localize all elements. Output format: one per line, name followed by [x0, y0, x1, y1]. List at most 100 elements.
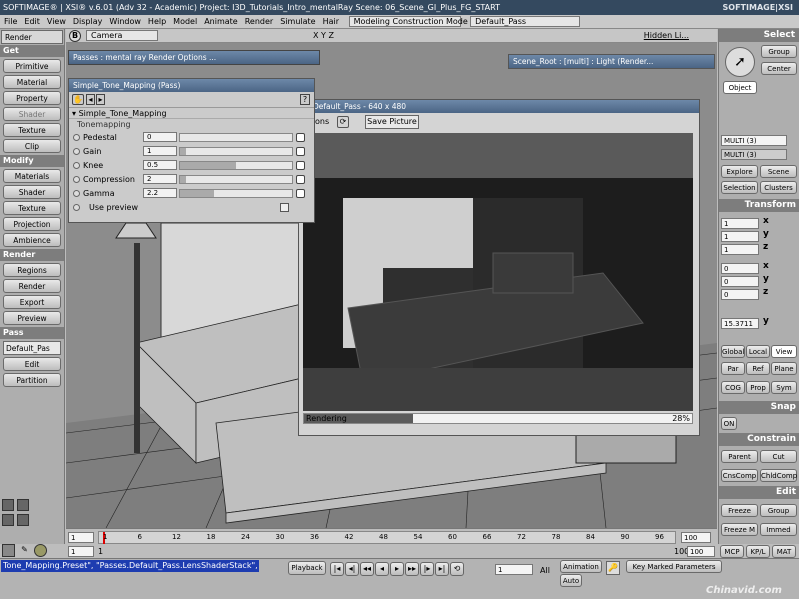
param-anim-dot[interactable] — [73, 162, 80, 169]
local-button[interactable]: Local — [746, 345, 770, 358]
prev-key-icon[interactable]: ◂◂ — [360, 562, 374, 576]
timeline-end-field[interactable]: 100 — [681, 532, 711, 543]
help-icon[interactable]: ? — [300, 94, 310, 105]
rot-y-field[interactable]: 0 — [721, 276, 759, 287]
freeze-m-button[interactable]: Freeze M — [721, 523, 758, 536]
get-primitive-button[interactable]: Primitive — [3, 59, 61, 73]
modify-shader-button[interactable]: Shader — [3, 185, 61, 199]
layout-icons[interactable] — [2, 499, 62, 529]
childcomp-button[interactable]: ChldComp — [760, 469, 797, 482]
selection-field-2[interactable]: MULTI (3) — [721, 149, 787, 160]
timeline-ruler[interactable]: 1 6 12 18 24 30 36 42 48 54 60 66 72 78 84 90 96 — [98, 531, 676, 544]
get-material-button[interactable]: Material — [3, 75, 61, 89]
clusters-button[interactable]: Clusters — [760, 181, 797, 194]
render-window-title[interactable]: Default_Pass - 640 x 480 — [299, 100, 699, 113]
scale-z-field[interactable]: 1 — [721, 244, 759, 255]
edit-group-button[interactable]: Group — [760, 504, 797, 517]
prev-icon[interactable]: ◂ — [86, 94, 95, 105]
pass-partition-button[interactable]: Partition — [3, 373, 61, 387]
scale-x-field[interactable]: 1 — [721, 218, 759, 229]
mcp-button[interactable]: MCP — [720, 545, 744, 558]
menu-view[interactable]: View — [47, 17, 66, 26]
toolbar-mode-select[interactable]: Render — [1, 30, 63, 44]
use-preview-checkbox[interactable] — [280, 203, 289, 212]
play-back-icon[interactable]: ◂ — [375, 562, 389, 576]
tone-section-header[interactable]: ▾ Simple_Tone_Mapping — [69, 108, 314, 119]
param-anim-dot[interactable] — [73, 134, 80, 141]
key-marked-parameters-button[interactable]: Key Marked Parameters — [626, 560, 722, 573]
explore-button[interactable]: Explore — [721, 165, 758, 178]
sym-button[interactable]: Sym — [771, 381, 797, 394]
render-regions-button[interactable]: Regions — [3, 263, 61, 277]
menu-display[interactable]: Display — [73, 17, 103, 26]
get-property-button[interactable]: Property — [3, 91, 61, 105]
ref-button[interactable]: Ref — [746, 362, 770, 375]
menu-window[interactable]: Window — [109, 17, 141, 26]
parent-button[interactable]: Parent — [721, 450, 758, 463]
pass-combo[interactable]: Default_Pass — [470, 16, 581, 27]
param-value-field[interactable]: 2 — [143, 174, 177, 184]
modify-materials-button[interactable]: Materials — [3, 169, 61, 183]
playback-menu[interactable]: Playback — [288, 561, 326, 575]
cog-button[interactable]: COG — [721, 381, 745, 394]
script-command-line[interactable]: Tone_Mapping.Preset", "Passes.Default_Pa… — [1, 560, 259, 572]
range-end-field[interactable]: 100 — [687, 546, 715, 557]
menu-animate[interactable]: Animate — [204, 17, 238, 26]
param-animate-icon[interactable] — [296, 147, 305, 156]
scene-button[interactable]: Scene — [760, 165, 797, 178]
timeline-start-field[interactable]: 1 — [68, 532, 94, 543]
scale-y-field[interactable]: 1 — [721, 231, 759, 242]
param-anim-dot[interactable] — [73, 148, 80, 155]
menu-edit[interactable]: Edit — [24, 17, 40, 26]
menu-render[interactable]: Render — [245, 17, 273, 26]
pass-select-combo[interactable]: Default_Pas — [3, 341, 61, 355]
param-anim-dot[interactable] — [73, 176, 80, 183]
pos-y-field[interactable]: 15.3711 — [721, 318, 759, 329]
auto-key-button[interactable]: Auto — [560, 574, 582, 587]
menu-file[interactable]: File — [4, 17, 17, 26]
passes-window-title[interactable]: Passes : mental ray Render Options ... — [69, 51, 319, 64]
param-animate-icon[interactable] — [296, 175, 305, 184]
view-button[interactable]: View — [771, 345, 797, 358]
cnscomp-button[interactable]: CnsComp — [721, 469, 758, 482]
param-slider[interactable] — [179, 133, 293, 142]
kpl-button[interactable]: KP/L — [746, 545, 770, 558]
pan-icon[interactable]: ✋ — [72, 94, 84, 105]
modify-texture-button[interactable]: Texture — [3, 201, 61, 215]
freeze-button[interactable]: Freeze — [721, 504, 758, 517]
refresh-icon[interactable]: ⟳ — [337, 116, 349, 128]
param-slider[interactable] — [179, 147, 293, 156]
param-slider[interactable] — [179, 189, 293, 198]
modify-projection-button[interactable]: Projection — [3, 217, 61, 231]
render-options-label[interactable]: ons — [315, 113, 329, 131]
cut-button[interactable]: Cut — [760, 450, 797, 463]
next-icon[interactable]: ▸ — [96, 94, 105, 105]
menu-model[interactable]: Model — [173, 17, 197, 26]
brush-icon[interactable]: ✎ — [18, 544, 31, 557]
param-value-field[interactable]: 0.5 — [143, 160, 177, 170]
param-animate-icon[interactable] — [296, 133, 305, 142]
global-button[interactable]: Global — [721, 345, 745, 358]
render-export-button[interactable]: Export — [3, 295, 61, 309]
immed-button[interactable]: Immed — [760, 523, 797, 536]
selection-button[interactable]: Selection — [721, 181, 758, 194]
rot-z-field[interactable]: 0 — [721, 289, 759, 300]
construction-mode-combo[interactable]: Modeling Construction Mode — [348, 16, 468, 27]
param-slider[interactable] — [179, 175, 293, 184]
key-icon[interactable]: 🔑 — [606, 561, 620, 575]
explorer-icon[interactable] — [2, 544, 15, 557]
save-picture-button[interactable]: Save Picture — [365, 115, 419, 129]
range-start-field[interactable]: 1 — [68, 546, 94, 557]
play-forward-icon[interactable]: ▸ — [390, 562, 404, 576]
param-value-field[interactable]: 0 — [143, 132, 177, 142]
scene-root-window-title[interactable]: Scene_Root : [multi] : Light (Render... — [509, 55, 714, 68]
select-arrow-icon[interactable]: ➚ — [725, 47, 755, 77]
viewport-letter[interactable]: B — [69, 30, 81, 42]
mat-button[interactable]: MAT — [772, 545, 796, 558]
loop-icon[interactable]: ⟲ — [450, 562, 464, 576]
render-render-button[interactable]: Render — [3, 279, 61, 293]
param-animate-icon[interactable] — [296, 189, 305, 198]
animation-menu[interactable]: Animation — [560, 560, 602, 573]
goto-end-icon[interactable]: ▸| — [435, 562, 449, 576]
get-texture-button[interactable]: Texture — [3, 123, 61, 137]
